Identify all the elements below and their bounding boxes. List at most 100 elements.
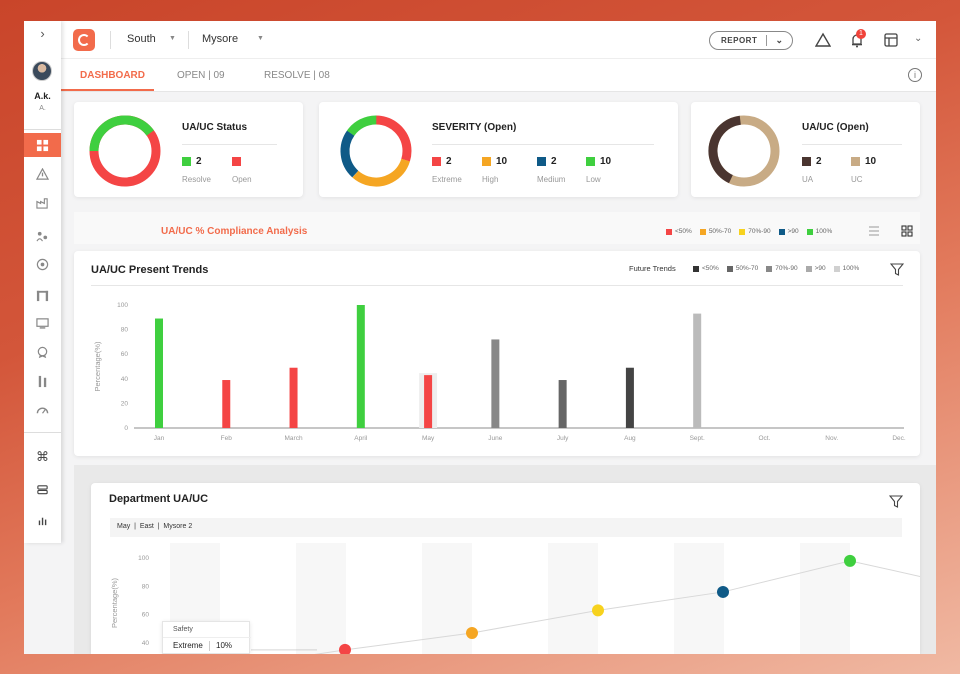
y-tick-label: 80 <box>121 327 129 334</box>
chevron-down-icon[interactable]: ⌄ <box>767 35 792 46</box>
sidebar-item-monitor[interactable] <box>24 311 61 335</box>
y-axis-label: Percentage(%) <box>110 577 119 628</box>
chevron-down-icon[interactable]: ⌄ <box>914 33 922 44</box>
x-tick-label: May <box>422 435 435 442</box>
bar-sept <box>693 313 702 428</box>
sidebar-item-people[interactable] <box>24 224 61 248</box>
caret-down-icon[interactable]: ▼ <box>169 35 176 42</box>
sidebar-divider <box>24 432 61 433</box>
compliance-title: UA/UC % Compliance Analysis <box>161 226 308 237</box>
y-tick-label: 40 <box>142 640 150 647</box>
column-band <box>800 543 850 654</box>
gate-icon <box>36 290 49 301</box>
list-view-icon[interactable] <box>868 225 880 237</box>
people-icon <box>36 231 48 241</box>
factory-icon <box>36 197 48 209</box>
sidebar-item-hazard[interactable] <box>24 162 61 186</box>
info-icon[interactable]: i <box>908 68 922 82</box>
chevron-right-icon[interactable]: › <box>24 26 61 44</box>
card-title: SEVERITY (Open) <box>432 122 517 133</box>
panel-title: UA/UC Present Trends <box>91 264 209 276</box>
sidebar-item-badge[interactable] <box>24 340 61 364</box>
app-window: › A.k. A. ⌘ South ▼ Mysore ▼ REPORT ⌄ 1 … <box>24 21 936 654</box>
region-select[interactable]: South <box>127 33 156 45</box>
x-tick-label: Aug <box>624 435 636 442</box>
bar-march <box>289 367 298 428</box>
stat-extreme: 2 Extreme <box>432 156 462 184</box>
stat-open: Open <box>232 153 252 184</box>
tab-dashboard[interactable]: DASHBOARD <box>80 70 145 81</box>
caret-down-icon[interactable]: ▼ <box>257 35 264 42</box>
sidebar-item-factory[interactable] <box>24 190 61 214</box>
report-button[interactable]: REPORT ⌄ <box>709 31 793 50</box>
future-trends-legend: <50% 50%-70 70%-90 >90 100% <box>693 265 859 272</box>
report-button-label: REPORT <box>721 36 758 45</box>
y-tick-label: 100 <box>117 302 128 309</box>
filter-breadcrumb[interactable]: May | East | Mysore 2 <box>110 518 902 537</box>
command-icon[interactable]: ⌘ <box>24 445 61 469</box>
future-trends-label: Future Trends <box>629 264 676 273</box>
column-band <box>296 543 346 654</box>
sidebar-divider <box>24 129 61 130</box>
bar-may <box>424 375 433 428</box>
dashboard-grid-icon <box>36 139 49 151</box>
y-tick-label: 100 <box>138 555 149 562</box>
x-tick-label: Dec. <box>892 435 906 442</box>
x-tick-label: Oct. <box>758 435 770 442</box>
bar-feb <box>222 380 231 428</box>
topbar-separator <box>188 31 189 49</box>
sidebar-item-gate[interactable] <box>24 283 61 307</box>
y-tick-label: 60 <box>121 351 129 358</box>
monitor-icon <box>36 317 49 329</box>
alert-triangle-icon[interactable] <box>815 32 831 48</box>
sidebar: › A.k. A. ⌘ <box>24 21 61 543</box>
target-icon <box>36 258 49 270</box>
x-tick-label: June <box>488 435 502 442</box>
x-tick-label: July <box>557 435 569 442</box>
chart-tooltip: Safety Extreme 10% <box>162 621 251 654</box>
active-tab-indicator <box>61 89 154 91</box>
tab-resolve[interactable]: RESOLVE | 08 <box>264 70 330 81</box>
y-axis-label: Percentage(%) <box>93 341 102 392</box>
x-tick-label: March <box>285 435 303 442</box>
avatar[interactable] <box>32 61 52 81</box>
grid-view-icon[interactable] <box>901 225 913 237</box>
present-trends-chart: 0 20 40 60 80 100 Percentage(%) Jan Feb March Apri… <box>93 302 906 442</box>
sidebar-item-tools[interactable] <box>24 369 61 393</box>
app-logo[interactable] <box>73 29 95 51</box>
y-tick-label: 80 <box>142 583 150 590</box>
card-title: UA/UC (Open) <box>802 122 869 133</box>
y-tick-label: 0 <box>124 425 128 432</box>
bar-july <box>558 380 567 428</box>
layout-icon[interactable] <box>883 32 899 48</box>
filter-icon[interactable] <box>889 495 903 508</box>
sidebar-item-dashboard[interactable] <box>24 133 61 157</box>
user-subtitle: A. <box>39 105 46 112</box>
tooltip-title: Safety <box>173 626 193 633</box>
bar-aug <box>625 367 634 428</box>
present-trends-panel: UA/UC Present Trends Future Trends <50% … <box>74 251 920 456</box>
severity-card: SEVERITY (Open) 2 Extreme 10 High 2 Medi… <box>319 102 678 197</box>
gauge-icon <box>36 407 49 414</box>
x-tick-label: Nov. <box>825 435 838 442</box>
sidebar-item-stack[interactable] <box>24 477 61 501</box>
tab-open[interactable]: OPEN | 09 <box>177 70 225 81</box>
topbar: South ▼ Mysore ▼ REPORT ⌄ 1 ⌄ <box>61 21 936 59</box>
filter-icon[interactable] <box>890 263 904 276</box>
compliance-legend: <50% 50%-70 70%-90 >90 100% <box>666 228 832 235</box>
bar-june <box>491 339 500 428</box>
x-tick-label: Feb <box>221 435 233 442</box>
x-tick-label: Jan <box>154 435 165 442</box>
bar-chart-icon <box>38 517 47 525</box>
bar-jan <box>155 318 163 428</box>
city-select[interactable]: Mysore <box>202 33 238 45</box>
sidebar-item-stats[interactable] <box>24 508 61 532</box>
data-point <box>844 554 856 567</box>
card-title: UA/UC Status <box>182 122 248 133</box>
y-tick-label: 20 <box>121 400 129 407</box>
sidebar-item-target[interactable] <box>24 252 61 276</box>
column-band <box>422 543 472 654</box>
column-band <box>548 543 598 654</box>
data-point <box>717 585 729 598</box>
sidebar-item-gauge[interactable] <box>24 398 61 422</box>
